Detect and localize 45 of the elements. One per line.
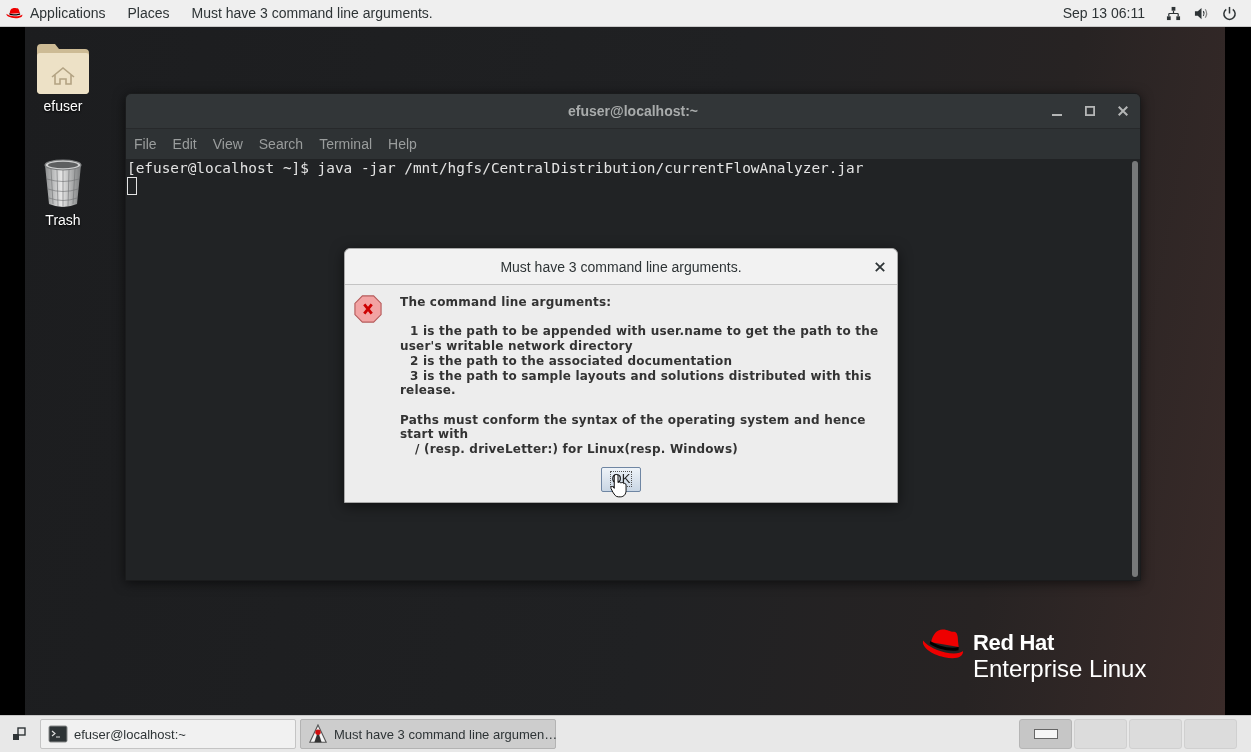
clock[interactable]: Sep 13 06:11 <box>1056 0 1159 26</box>
close-icon <box>1118 106 1128 116</box>
terminal-line: [efuser@localhost ~]$ java -jar /mnt/hgfs/CentralDistribution/currentFlowAnalyzer.jar <box>127 159 865 177</box>
app-menu[interactable]: Must have 3 command line arguments. <box>180 0 444 26</box>
menu-item[interactable]: Edit <box>164 129 205 159</box>
desktop-icon-label: efuser <box>43 97 83 115</box>
workspace-button[interactable] <box>1019 719 1072 749</box>
message-line: release. <box>400 383 457 398</box>
desktop-icon-label: Trash <box>45 211 81 229</box>
dialog-title: Must have 3 command line arguments. <box>500 258 742 275</box>
menu-item[interactable]: File <box>126 129 165 159</box>
product-name: Enterprise Linux <box>973 656 1147 682</box>
cursor-icon <box>127 177 137 195</box>
app-icon <box>308 724 328 744</box>
volume-icon[interactable] <box>1194 5 1209 21</box>
minimize-icon <box>1052 113 1062 116</box>
menu-item[interactable]: Terminal <box>311 129 381 159</box>
message-line: start with <box>400 427 470 442</box>
scrollbar[interactable] <box>1132 161 1138 577</box>
menu-item[interactable]: View <box>204 129 251 159</box>
applications-menu[interactable]: Applications <box>0 0 117 26</box>
close-button[interactable] <box>875 262 885 272</box>
message-line: 1 is the path to be appended with user.name to get the path to the <box>409 324 879 340</box>
task-button[interactable]: Must have 3 command line argumen… <box>300 719 556 749</box>
menu-item[interactable]: Help <box>380 129 425 159</box>
window-title: efuser@localhost:~ <box>568 103 698 119</box>
menu-item[interactable]: Search <box>250 129 312 159</box>
message-line: The command line arguments: <box>400 295 613 310</box>
brand-name: Red Hat <box>973 630 1056 656</box>
message-line: Paths must conform the syntax of the operating system and hence <box>400 412 867 428</box>
error-icon <box>354 294 382 324</box>
message-line: user's writable network directory <box>400 339 634 354</box>
terminal-icon <box>48 724 68 744</box>
maximize-icon <box>1085 106 1095 116</box>
message-line: / (resp. driveLetter:) for Linux(resp. Windows) <box>414 442 739 457</box>
close-icon <box>875 262 885 272</box>
message-line: 2 is the path to the associated documentation <box>409 353 734 369</box>
network-icon[interactable] <box>1166 5 1181 21</box>
places-menu[interactable]: Places <box>116 0 181 26</box>
message-line: 3 is the path to sample layouts and solutions distributed with this <box>409 368 873 384</box>
task-button[interactable]: efuser@localhost:~ <box>40 719 296 749</box>
power-icon[interactable] <box>1222 5 1237 21</box>
window-thumbnail-icon <box>1033 729 1058 739</box>
show-desktop-icon <box>12 727 26 741</box>
hat-icon <box>6 7 23 19</box>
